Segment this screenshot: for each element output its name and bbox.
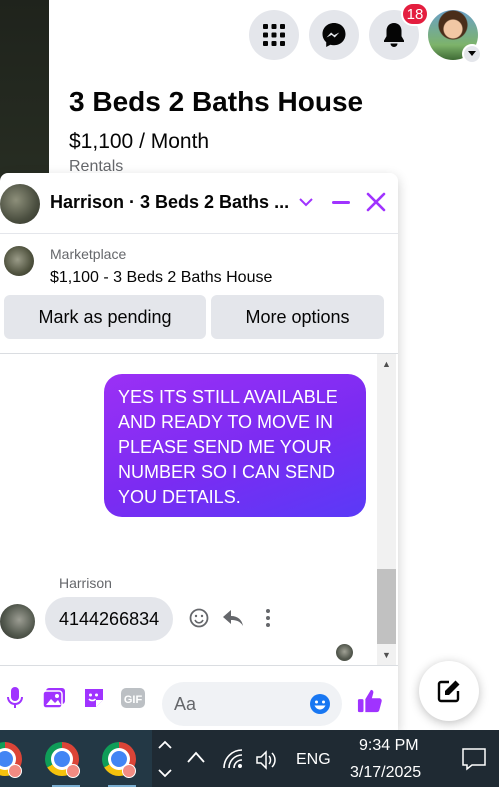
menu-grid-icon: [263, 24, 285, 46]
marketplace-item-thumbnail[interactable]: [4, 246, 34, 276]
sender-avatar[interactable]: [0, 604, 35, 639]
new-message-button[interactable]: [419, 661, 479, 721]
emoji-icon[interactable]: [307, 691, 333, 717]
menu-button[interactable]: [249, 10, 299, 60]
account-menu-chevron-icon[interactable]: [462, 44, 482, 64]
close-icon[interactable]: [366, 192, 386, 217]
listing-title: 3 Beds 2 Baths House: [69, 86, 364, 117]
taskbar-pinned-apps: [0, 730, 152, 787]
marketplace-label: Marketplace: [50, 246, 127, 262]
chat-thumbnail[interactable]: [0, 184, 40, 224]
more-options-button[interactable]: More options: [211, 295, 384, 339]
microphone-icon[interactable]: [2, 685, 28, 711]
messenger-button[interactable]: [309, 10, 359, 60]
svg-text:GIF: GIF: [124, 694, 143, 706]
scroll-down-arrow-icon[interactable]: ▼: [382, 650, 391, 660]
outgoing-message-text: YES ITS STILL AVAILABLE AND READY TO MOV…: [118, 387, 338, 507]
scroll-up-arrow-icon[interactable]: ▲: [382, 359, 391, 369]
chat-title[interactable]: Harrison · 3 Beds 2 Baths ...: [50, 192, 292, 213]
react-smiley-icon[interactable]: [188, 607, 210, 629]
wifi-icon[interactable]: [222, 748, 244, 775]
incoming-message-bubble[interactable]: 4144266834: [45, 597, 174, 641]
mark-as-pending-button[interactable]: Mark as pending: [4, 295, 206, 339]
seen-receipt-avatar: [336, 644, 353, 661]
scrollbar-thumb[interactable]: [377, 569, 396, 644]
chrome-profile-badge: [8, 764, 22, 778]
windows-taskbar: ENG 9:34 PM 3/17/2025: [0, 730, 499, 787]
bell-icon: [384, 23, 404, 47]
outgoing-message-bubble[interactable]: YES ITS STILL AVAILABLE AND READY TO MOV…: [104, 374, 366, 517]
listing-price: $1,100 / Month: [69, 130, 210, 153]
clock-time[interactable]: 9:34 PM: [359, 737, 419, 755]
taskbar-scroll-controls[interactable]: [155, 735, 175, 783]
compose-icon: [437, 680, 460, 703]
chrome-profile-badge: [66, 764, 80, 778]
minimize-icon[interactable]: [331, 192, 351, 217]
right-panel: [398, 70, 499, 730]
marketplace-item-description[interactable]: $1,100 - 3 Beds 2 Baths House: [50, 269, 272, 287]
messenger-chat-window: Harrison · 3 Beds 2 Baths ... Marketplac…: [0, 173, 398, 730]
message-composer: GIF Aa: [0, 665, 398, 730]
notification-center-icon[interactable]: [461, 747, 487, 776]
chat-header: Harrison · 3 Beds 2 Baths ...: [0, 173, 398, 234]
notification-badge: 18: [401, 2, 429, 26]
show-hidden-icons-chevron-icon[interactable]: [186, 750, 206, 769]
clock-date[interactable]: 3/17/2025: [350, 764, 421, 782]
message-list[interactable]: ▲ ▼ YES ITS STILL AVAILABLE AND READY TO…: [0, 353, 398, 666]
photo-icon[interactable]: [41, 685, 67, 711]
listing-details: 3 Beds 2 Baths House $1,100 / Month Rent…: [49, 70, 399, 185]
language-indicator[interactable]: ENG: [296, 751, 331, 769]
thumbs-up-icon[interactable]: [357, 688, 383, 714]
chrome-profile-badge: [122, 764, 136, 778]
more-vertical-icon[interactable]: [257, 607, 279, 629]
sender-name: Harrison: [59, 575, 112, 591]
sticker-icon[interactable]: [81, 685, 107, 711]
messenger-icon: [322, 23, 346, 47]
volume-icon[interactable]: [255, 749, 279, 776]
gif-icon[interactable]: GIF: [120, 685, 146, 711]
chat-options-chevron-icon[interactable]: [298, 189, 314, 213]
message-input-placeholder: Aa: [174, 693, 197, 714]
reply-arrow-icon[interactable]: [222, 607, 244, 629]
